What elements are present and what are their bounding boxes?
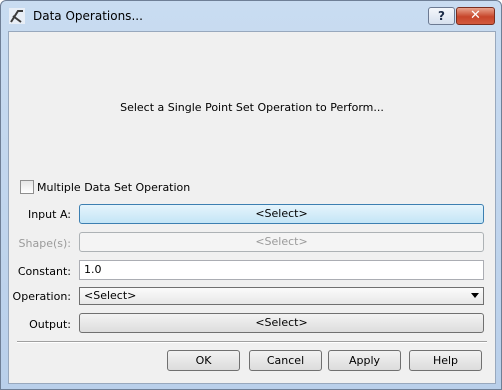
operation-dropdown-value: <Select> xyxy=(84,289,137,302)
multiple-operation-label[interactable]: Multiple Data Set Operation xyxy=(37,181,190,194)
window-title: Data Operations... xyxy=(33,9,143,23)
input-a-select-button[interactable]: <Select> xyxy=(79,204,484,224)
constant-label: Constant: xyxy=(17,265,71,278)
dialog-window: Data Operations... ? ✕ Select a Single P… xyxy=(0,0,502,390)
multiple-operation-checkbox[interactable] xyxy=(20,180,34,194)
constant-input[interactable]: 1.0 xyxy=(79,260,484,280)
title-close-button[interactable]: ✕ xyxy=(456,7,495,25)
dialog-content: Select a Single Point Set Operation to P… xyxy=(8,31,496,384)
apply-button[interactable]: Apply xyxy=(328,350,401,371)
help-button[interactable]: Help xyxy=(409,350,482,371)
ok-button[interactable]: OK xyxy=(167,350,240,371)
output-select-button[interactable]: <Select> xyxy=(79,313,484,333)
app-icon xyxy=(9,8,25,24)
help-icon: ? xyxy=(438,9,445,23)
separator xyxy=(17,341,487,343)
close-icon: ✕ xyxy=(470,8,481,23)
title-bar[interactable]: Data Operations... ? ✕ xyxy=(1,1,501,31)
operation-dropdown[interactable]: <Select> xyxy=(79,287,484,305)
title-help-button[interactable]: ? xyxy=(428,7,455,25)
operation-label: Operation: xyxy=(12,290,71,303)
operation-prompt: Select a Single Point Set Operation to P… xyxy=(120,101,384,114)
shapes-select-button[interactable]: <Select> xyxy=(79,232,484,252)
output-label: Output: xyxy=(29,318,71,331)
dropdown-arrow-icon xyxy=(471,293,479,298)
shapes-label: Shape(s): xyxy=(18,237,71,250)
input-a-label: Input A: xyxy=(27,208,71,221)
cancel-button[interactable]: Cancel xyxy=(249,350,322,371)
